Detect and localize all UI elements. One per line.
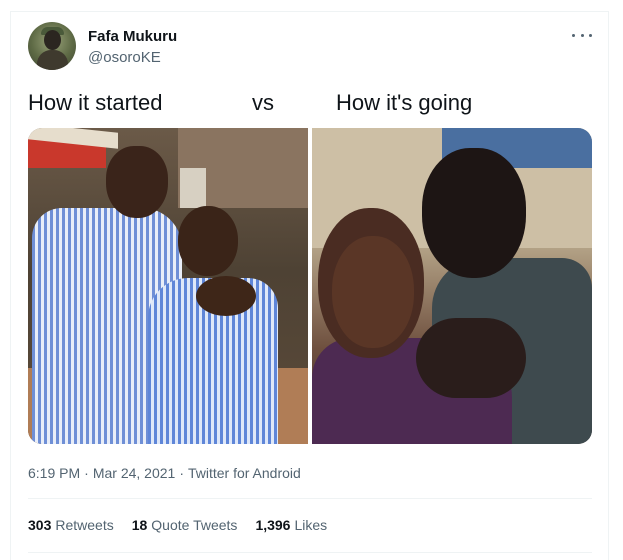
more-dot xyxy=(589,33,592,37)
photo-man-head xyxy=(422,148,526,278)
tweet-stats: 303 Retweets 18 Quote Tweets 1,396 Likes xyxy=(28,517,327,533)
avatar-body xyxy=(37,50,68,70)
likes-count: 1,396 xyxy=(255,517,291,533)
photo-man-head xyxy=(106,146,168,218)
divider xyxy=(28,498,592,499)
quote-tweets-stat[interactable]: 18 Quote Tweets xyxy=(132,517,238,533)
media-photo-left[interactable] xyxy=(28,128,308,444)
tweet-text-going: How it's going xyxy=(336,90,473,115)
meta-separator: · xyxy=(84,465,89,481)
quote-tweets-count: 18 xyxy=(131,517,148,533)
tweet-media xyxy=(28,128,592,444)
meta-separator: · xyxy=(179,465,184,481)
tweet-source[interactable]: Twitter for Android xyxy=(188,465,301,481)
media-photo-right[interactable] xyxy=(312,128,592,444)
more-dot xyxy=(572,33,575,37)
card-border-left xyxy=(10,12,11,560)
more-options-icon[interactable] xyxy=(572,28,592,42)
card-border-top xyxy=(10,11,609,12)
retweets-stat[interactable]: 303 Retweets xyxy=(28,517,114,533)
likes-stat[interactable]: 1,396 Likes xyxy=(255,517,327,533)
tweet-text: How it started vs How it's going xyxy=(28,90,588,118)
photo-man-hand xyxy=(416,318,526,398)
quote-tweets-label: Quote Tweets xyxy=(151,517,238,533)
avatar[interactable] xyxy=(28,22,76,70)
photo-woman-shoulder xyxy=(196,276,256,316)
tweet-time[interactable]: 6:19 PM xyxy=(28,465,80,481)
author-handle[interactable]: @osoroKE xyxy=(88,49,161,66)
card-border-right xyxy=(608,12,609,560)
more-dot xyxy=(580,33,584,37)
tweet-text-vs: vs xyxy=(252,90,274,115)
likes-label: Likes xyxy=(294,517,328,533)
tweet-text-started: How it started xyxy=(28,90,163,115)
divider xyxy=(28,552,592,553)
tweet-meta: 6:19 PM · Mar 24, 2021 · Twitter for Android xyxy=(28,465,301,481)
retweets-label: Retweets xyxy=(55,517,114,533)
tweet-date[interactable]: Mar 24, 2021 xyxy=(93,465,176,481)
avatar-head xyxy=(44,30,61,50)
photo-woman-face xyxy=(332,236,414,348)
photo-poster xyxy=(180,168,206,208)
author-display-name[interactable]: Fafa Mukuru xyxy=(88,28,177,45)
photo-woman-head xyxy=(178,206,238,276)
retweets-count: 303 xyxy=(28,517,52,533)
